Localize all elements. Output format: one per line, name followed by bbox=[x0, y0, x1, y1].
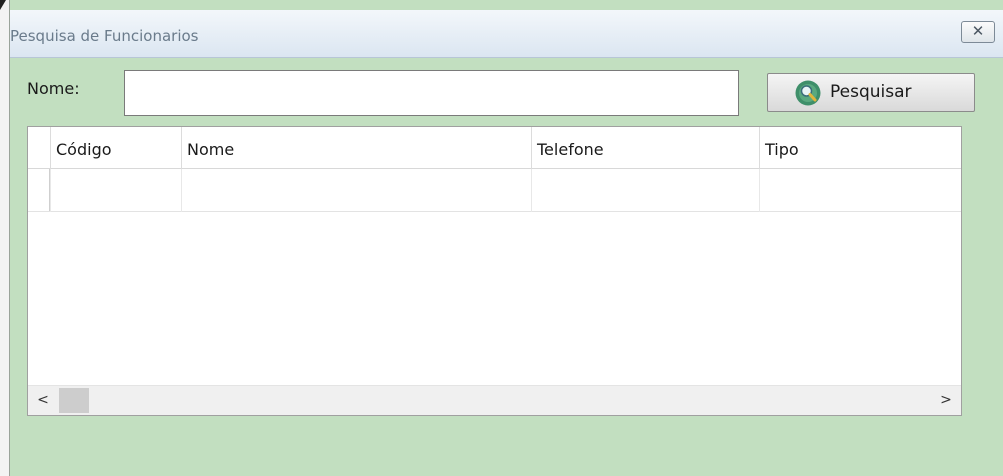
cell-codigo[interactable] bbox=[50, 169, 181, 212]
employee-search-window: Pesquisa de Funcionarios ✕ Nome: Pesquis… bbox=[0, 0, 1003, 476]
window-title: Pesquisa de Funcionarios bbox=[10, 27, 199, 45]
column-header-nome[interactable]: Nome bbox=[181, 127, 531, 169]
scrollbar-thumb[interactable] bbox=[59, 388, 89, 413]
grid-header: Código Nome Telefone Tipo bbox=[28, 127, 961, 169]
close-icon: ✕ bbox=[971, 22, 985, 40]
scroll-right-arrow-icon[interactable]: > bbox=[931, 386, 961, 415]
nome-label: Nome: bbox=[27, 79, 80, 98]
column-header-telefone[interactable]: Telefone bbox=[531, 127, 759, 169]
cell-telefone[interactable] bbox=[531, 169, 759, 212]
pesquisar-label: Pesquisar bbox=[830, 82, 912, 102]
row-indicator[interactable] bbox=[28, 169, 50, 211]
column-header-tipo[interactable]: Tipo bbox=[759, 127, 961, 169]
close-button[interactable]: ✕ bbox=[961, 21, 995, 43]
scroll-left-arrow-icon[interactable]: < bbox=[28, 386, 58, 415]
title-bar[interactable]: Pesquisa de Funcionarios ✕ bbox=[10, 10, 1003, 58]
results-grid[interactable]: Código Nome Telefone Tipo < > bbox=[27, 126, 962, 416]
window-left-edge bbox=[0, 0, 10, 476]
window-corner bbox=[0, 0, 6, 10]
horizontal-scrollbar[interactable]: < > bbox=[28, 385, 961, 415]
cell-tipo[interactable] bbox=[759, 169, 961, 212]
cell-nome[interactable] bbox=[181, 169, 531, 212]
pesquisar-button[interactable]: Pesquisar bbox=[767, 73, 975, 112]
column-header-codigo[interactable]: Código bbox=[50, 127, 181, 169]
table-row[interactable] bbox=[28, 169, 961, 212]
nome-input[interactable] bbox=[124, 70, 739, 116]
magnifier-icon bbox=[795, 80, 821, 106]
